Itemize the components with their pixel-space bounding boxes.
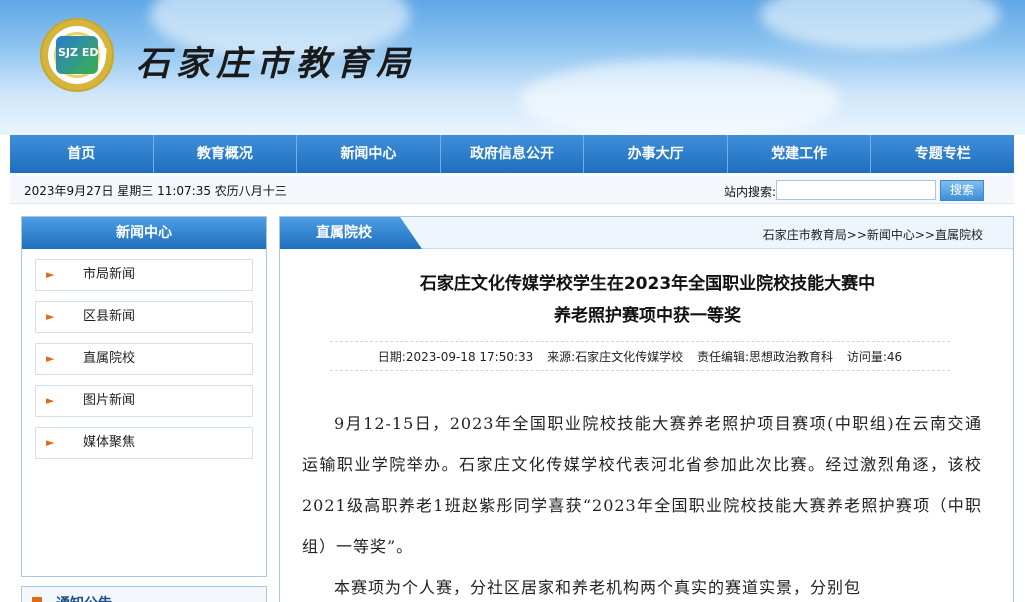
- sidebar-item-photo-news[interactable]: ► 图片新闻: [35, 385, 253, 417]
- search-label: 站内搜索:: [724, 185, 777, 199]
- bureau-logo[interactable]: SJZ EDU: [40, 18, 114, 92]
- arrow-right-icon: ►: [46, 310, 55, 323]
- square-bullet-icon: [32, 597, 42, 602]
- logo-text: SJZ EDU: [58, 46, 108, 59]
- sidebar-item-label: 直属院校: [83, 351, 136, 366]
- sidebar-item-media-focus[interactable]: ► 媒体聚焦: [35, 427, 253, 459]
- article-panel: 直属院校 石家庄市教育局>>新闻中心>>直属院校 石家庄文化传媒学校学生在202…: [279, 216, 1014, 602]
- sidebar-item-county-news[interactable]: ► 区县新闻: [35, 301, 253, 333]
- nav-services[interactable]: 办事大厅: [584, 135, 728, 173]
- sidebar-item-affiliated-schools[interactable]: ► 直属院校: [35, 343, 253, 375]
- article-date: 日期:2023-09-18 17:50:33: [377, 350, 534, 364]
- current-date: 2023年9月27日 星期三 11:07:35 农历八月十三: [24, 184, 287, 198]
- sidebar-item-label: 市局新闻: [83, 267, 136, 282]
- site-title: 石家庄市教育局: [136, 44, 416, 84]
- article-source: 来源:石家庄文化传媒学校: [547, 350, 684, 364]
- article-editor: 责任编辑:思想政治教育科: [697, 350, 834, 364]
- sidebar-title: 新闻中心: [22, 217, 266, 249]
- arrow-right-icon: ►: [46, 268, 55, 281]
- notice-title[interactable]: 通知公告: [56, 593, 112, 602]
- search-button[interactable]: 搜索: [940, 180, 984, 201]
- breadcrumb[interactable]: 石家庄市教育局>>新闻中心>>直属院校: [763, 226, 983, 243]
- sidebar-item-label: 区县新闻: [83, 309, 136, 324]
- article-header: 直属院校 石家庄市教育局>>新闻中心>>直属院校: [280, 217, 1013, 249]
- article-meta: 日期:2023-09-18 17:50:33 来源:石家庄文化传媒学校 责任编辑…: [330, 341, 950, 371]
- site-header: SJZ EDU 石家庄市教育局: [0, 0, 1025, 135]
- arrow-right-icon: ►: [46, 394, 55, 407]
- article-paragraph: 本赛项为个人赛，分社区居家和养老机构两个真实的赛道实景，分别包: [334, 578, 862, 597]
- nav-topics[interactable]: 专题专栏: [871, 135, 1014, 173]
- nav-news-center[interactable]: 新闻中心: [297, 135, 441, 173]
- sidebar-item-label: 图片新闻: [83, 393, 136, 408]
- cloud-decoration: [760, 0, 1000, 50]
- sidebar-item-city-news[interactable]: ► 市局新闻: [35, 259, 253, 291]
- nav-gov-info[interactable]: 政府信息公开: [441, 135, 585, 173]
- sidebar-notice-box: 通知公告: [21, 586, 267, 602]
- arrow-right-icon: ►: [46, 352, 55, 365]
- search-input[interactable]: [776, 180, 936, 200]
- arrow-right-icon: ►: [46, 436, 55, 449]
- nav-home[interactable]: 首页: [10, 135, 154, 173]
- article-title-line2: 养老照护赛项中获一等奖: [554, 306, 741, 326]
- article-views: 访问量:46: [846, 350, 903, 364]
- tab-affiliated-schools[interactable]: 直属院校: [280, 217, 422, 249]
- cloud-decoration: [520, 60, 840, 135]
- main-nav: 首页 教育概况 新闻中心 政府信息公开 办事大厅 党建工作 专题专栏: [10, 135, 1014, 173]
- sidebar-item-label: 媒体聚焦: [83, 435, 136, 450]
- nav-party[interactable]: 党建工作: [728, 135, 872, 173]
- sidebar: 新闻中心 ► 市局新闻 ► 区县新闻 ► 直属院校 ► 图片新闻 ► 媒体聚焦: [21, 216, 267, 577]
- date-bar: 2023年9月27日 星期三 11:07:35 农历八月十三 站内搜索: 搜索: [10, 176, 1014, 204]
- article-title-line1: 石家庄文化传媒学校学生在2023年全国职业院校技能大赛中: [419, 274, 876, 294]
- nav-overview[interactable]: 教育概况: [154, 135, 298, 173]
- article-body: 9月12-15日，2023年全国职业院校技能大赛养老照护项目赛项(中职组)在云南…: [302, 403, 982, 602]
- article-paragraph: 9月12-15日，2023年全国职业院校技能大赛养老照护项目赛项(中职组)在云南…: [302, 414, 982, 556]
